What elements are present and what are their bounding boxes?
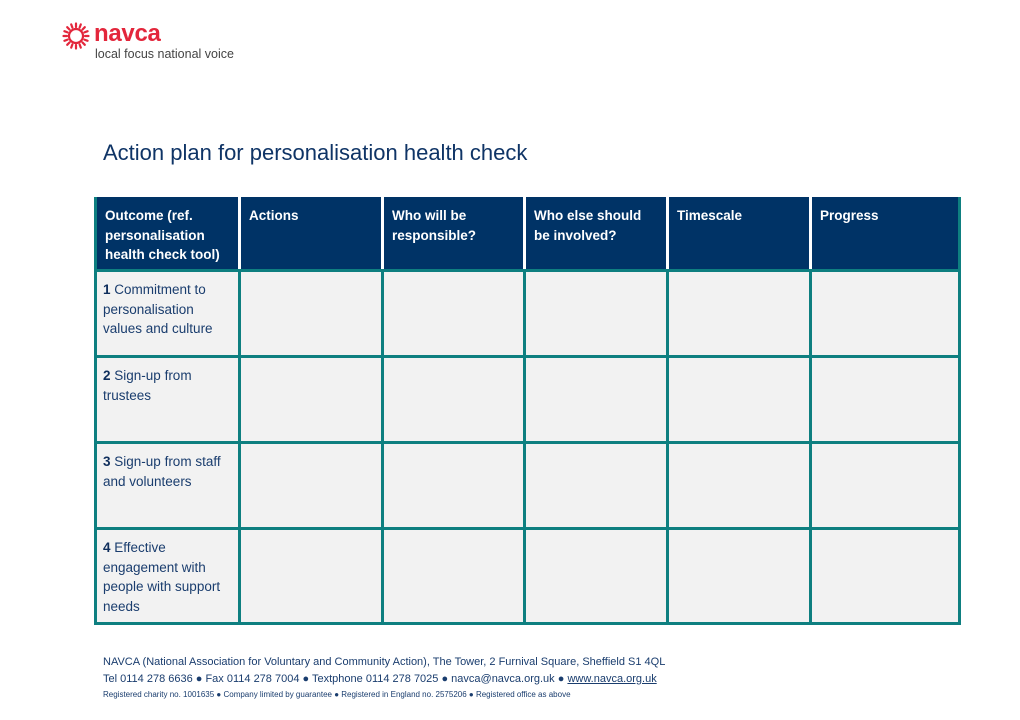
footer: NAVCA (National Association for Voluntar…	[103, 655, 665, 701]
table-row: 1 Commitment to personalisation values a…	[94, 269, 961, 358]
outcome-cell: 3 Sign-up from staff and volunteers	[94, 441, 241, 530]
timescale-cell[interactable]	[666, 269, 812, 358]
timescale-cell[interactable]	[666, 355, 812, 444]
responsible-cell[interactable]	[381, 269, 526, 358]
table-row: 3 Sign-up from staff and volunteers	[94, 441, 961, 530]
footer-registration: Registered charity no. 1001635 ● Company…	[103, 690, 571, 699]
header-actions: Actions	[238, 197, 383, 272]
outcome-number: 4	[103, 540, 111, 555]
table-row: 4 Effective engagement with people with …	[94, 527, 961, 625]
actions-cell[interactable]	[238, 527, 384, 625]
header-outcome: Outcome (ref. personalisation health che…	[94, 197, 240, 272]
actions-cell[interactable]	[238, 441, 384, 530]
outcome-cell: 4 Effective engagement with people with …	[94, 527, 241, 625]
table-row: 2 Sign-up from trustees	[94, 355, 961, 444]
sunburst-icon	[62, 22, 90, 50]
header-progress: Progress	[809, 197, 961, 272]
progress-cell[interactable]	[809, 355, 961, 444]
header-responsible: Who will be responsible?	[381, 197, 525, 272]
page-title: Action plan for personalisation health c…	[103, 140, 528, 165]
outcome-cell: 1 Commitment to personalisation values a…	[94, 269, 241, 358]
involved-cell[interactable]	[523, 441, 669, 530]
timescale-cell[interactable]	[666, 441, 812, 530]
outcome-cell: 2 Sign-up from trustees	[94, 355, 241, 444]
website-link[interactable]: www.navca.org.uk	[567, 673, 656, 685]
progress-cell[interactable]	[809, 269, 961, 358]
progress-cell[interactable]	[809, 527, 961, 625]
brand-name: navca	[94, 20, 161, 47]
outcome-number: 3	[103, 454, 111, 469]
outcome-text: Commitment to personalisation values and…	[103, 282, 213, 336]
table-header-row: Outcome (ref. personalisation health che…	[94, 197, 961, 272]
brand-tagline: local focus national voice	[95, 47, 234, 61]
outcome-text: Effective engagement with people with su…	[103, 540, 221, 614]
progress-cell[interactable]	[809, 441, 961, 530]
timescale-cell[interactable]	[666, 527, 812, 625]
footer-contact: Tel 0114 278 6636 ● Fax 0114 278 7004 ● …	[103, 672, 665, 686]
actions-cell[interactable]	[238, 269, 384, 358]
involved-cell[interactable]	[523, 269, 669, 358]
outcome-text: Sign-up from trustees	[103, 368, 192, 403]
outcome-number: 1	[103, 282, 111, 297]
involved-cell[interactable]	[523, 355, 669, 444]
responsible-cell[interactable]	[381, 441, 526, 530]
header-involved: Who else should be involved?	[523, 197, 668, 272]
footer-address: NAVCA (National Association for Voluntar…	[103, 656, 666, 668]
outcome-number: 2	[103, 368, 111, 383]
actions-cell[interactable]	[238, 355, 384, 444]
navca-logo: navca local focus national voice	[60, 20, 280, 61]
responsible-cell[interactable]	[381, 527, 526, 625]
action-plan-table: Outcome (ref. personalisation health che…	[94, 197, 961, 625]
outcome-text: Sign-up from staff and volunteers	[103, 454, 221, 489]
involved-cell[interactable]	[523, 527, 669, 625]
footer-contact-details: Tel 0114 278 6636 ● Fax 0114 278 7004 ● …	[103, 673, 568, 685]
responsible-cell[interactable]	[381, 355, 526, 444]
header-timescale: Timescale	[666, 197, 811, 272]
